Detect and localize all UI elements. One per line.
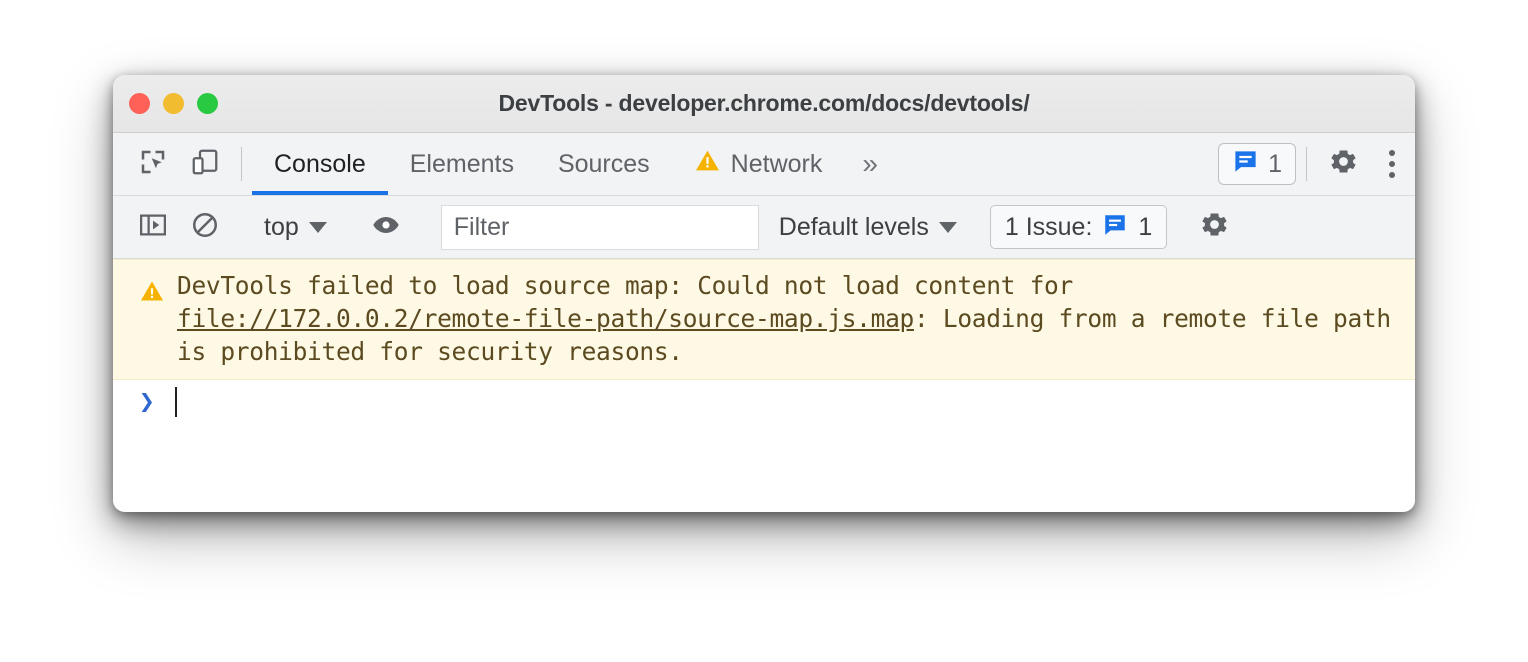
issues-badge-button[interactable]: 1: [1218, 143, 1296, 185]
more-tabs-button[interactable]: »: [844, 133, 896, 195]
minimize-button[interactable]: [163, 93, 184, 114]
issues-bubble-icon: [1232, 148, 1259, 180]
filter-placeholder: Filter: [453, 212, 510, 241]
kebab-menu-icon: [1389, 150, 1395, 156]
device-toolbar-button[interactable]: [179, 133, 231, 195]
gear-icon: [1328, 146, 1359, 182]
tab-console[interactable]: Console: [252, 133, 388, 195]
inspect-element-button[interactable]: [127, 133, 179, 195]
log-levels-label: Default levels: [778, 212, 929, 241]
clear-console-button[interactable]: [179, 204, 231, 250]
tab-network[interactable]: Network: [672, 133, 845, 195]
console-output: DevTools failed to load source map: Coul…: [113, 259, 1415, 509]
issues-bubble-icon-toolbar: [1102, 212, 1128, 243]
warning-triangle-icon: [694, 147, 721, 181]
warning-triangle-icon-message: [139, 278, 165, 308]
tab-elements[interactable]: Elements: [388, 133, 536, 195]
issues-counter-label: 1 Issue:: [1004, 212, 1093, 241]
console-settings-button[interactable]: [1188, 204, 1240, 250]
gear-icon-console: [1199, 209, 1230, 245]
execution-context-label: top: [264, 212, 299, 241]
tab-sources[interactable]: Sources: [536, 133, 672, 195]
more-options-button[interactable]: [1369, 150, 1415, 178]
filter-input[interactable]: Filter: [440, 204, 759, 250]
source-map-link[interactable]: file://172.0.0.2/remote-file-path/source…: [177, 304, 914, 333]
inspect-element-icon: [138, 147, 168, 182]
clear-console-icon: [190, 210, 220, 245]
warning-prefix: DevTools failed to load source map: Coul…: [177, 271, 1073, 300]
issues-badge-count: 1: [1268, 149, 1282, 178]
screenshot-stage: DevTools - developer.chrome.com/docs/dev…: [0, 0, 1528, 662]
tab-elements-label: Elements: [409, 149, 514, 178]
console-sidebar-button[interactable]: [127, 204, 179, 250]
window-controls: [129, 75, 218, 132]
tabbar-right-icons: [1317, 133, 1415, 195]
issues-counter-button[interactable]: 1 Issue: 1: [989, 205, 1168, 249]
live-expression-button[interactable]: [360, 204, 412, 250]
tab-sources-label: Sources: [557, 149, 650, 178]
devtools-window: DevTools - developer.chrome.com/docs/dev…: [113, 75, 1415, 512]
kebab-dot-3: [1389, 172, 1395, 178]
maximize-button[interactable]: [197, 93, 218, 114]
tabbar-divider-right: [1306, 147, 1307, 181]
tab-console-label: Console: [274, 149, 366, 178]
console-warning-message[interactable]: DevTools failed to load source map: Coul…: [113, 259, 1415, 380]
chevron-down-icon-levels: [938, 221, 957, 233]
eye-icon: [370, 209, 402, 246]
issues-counter-count: 1: [1138, 212, 1153, 241]
kebab-dot-2: [1389, 161, 1395, 167]
settings-button[interactable]: [1317, 146, 1369, 182]
log-levels-selector[interactable]: Default levels: [767, 213, 969, 242]
console-prompt[interactable]: ❯: [113, 380, 1415, 424]
tab-network-label: Network: [730, 149, 823, 178]
console-toolbar: top Filter Default levels 1 Issue: 1: [113, 196, 1415, 259]
prompt-chevron-icon: ❯: [139, 387, 155, 417]
chevron-down-icon: [308, 221, 327, 233]
window-title: DevTools - developer.chrome.com/docs/dev…: [498, 90, 1030, 116]
console-sidebar-icon: [138, 210, 168, 245]
execution-context-selector[interactable]: top: [252, 213, 339, 242]
tabbar-spacer: [896, 133, 1218, 195]
devtools-tabbar: Console Elements Sources Network » 1: [113, 133, 1415, 196]
close-button[interactable]: [129, 93, 150, 114]
window-titlebar: DevTools - developer.chrome.com/docs/dev…: [113, 75, 1415, 133]
device-toolbar-icon: [190, 147, 220, 182]
text-cursor: [174, 387, 177, 417]
console-warning-text: DevTools failed to load source map: Coul…: [177, 269, 1401, 368]
tabbar-divider: [241, 147, 242, 181]
